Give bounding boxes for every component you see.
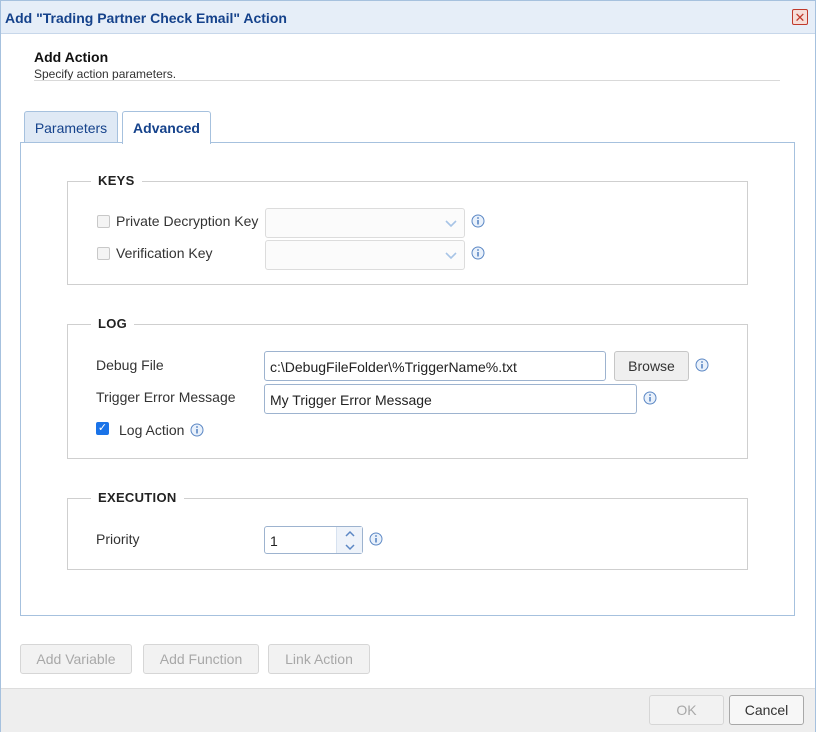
info-icon[interactable]: [369, 532, 383, 546]
ok-button-label: OK: [676, 702, 697, 718]
info-icon[interactable]: [471, 246, 485, 260]
cancel-button[interactable]: Cancel: [729, 695, 804, 725]
title-bar[interactable]: Add "Trading Partner Check Email" Action…: [1, 1, 815, 34]
close-icon: ✕: [794, 9, 806, 25]
trigger-error-message-label: Trigger Error Message: [96, 389, 236, 405]
chevron-down-icon: [444, 216, 458, 233]
chevron-up-icon[interactable]: [337, 527, 363, 540]
priority-stepper[interactable]: 1: [264, 526, 363, 554]
debug-file-input[interactable]: c:\DebugFileFolder\%TriggerName%.txt: [264, 351, 606, 381]
private-decryption-key-checkbox[interactable]: [97, 215, 110, 228]
trigger-error-message-input[interactable]: My Trigger Error Message: [264, 384, 637, 414]
header-subtitle: Specify action parameters.: [34, 67, 177, 81]
tab-label: Advanced: [133, 120, 200, 136]
browse-button-label: Browse: [628, 358, 675, 374]
add-variable-button[interactable]: Add Variable: [20, 644, 132, 674]
verification-key-label: Verification Key: [116, 245, 213, 261]
add-function-label: Add Function: [159, 651, 243, 667]
keys-legend: KEYS: [91, 173, 142, 188]
info-icon[interactable]: [643, 391, 657, 405]
private-decryption-key-select[interactable]: [265, 208, 465, 238]
chevron-down-icon[interactable]: [337, 540, 363, 553]
tab-label: Parameters: [34, 119, 108, 136]
dialog: Add "Trading Partner Check Email" Action…: [0, 0, 816, 732]
log-action-label: Log Action: [119, 422, 185, 438]
verification-key-checkbox[interactable]: [97, 247, 110, 260]
priority-value: 1: [270, 533, 278, 549]
chevron-down-icon: [444, 248, 458, 265]
log-legend: LOG: [91, 316, 135, 331]
window-title: Add "Trading Partner Check Email" Action: [5, 10, 287, 26]
ok-button[interactable]: OK: [649, 695, 724, 725]
cancel-button-label: Cancel: [744, 702, 789, 718]
add-function-button[interactable]: Add Function: [143, 644, 259, 674]
close-button[interactable]: ✕: [792, 9, 808, 25]
private-decryption-key-label: Private Decryption Key: [116, 213, 259, 229]
info-icon[interactable]: [695, 358, 709, 372]
execution-group: EXECUTION Priority 1: [67, 490, 748, 570]
tab-parameters[interactable]: Parameters: [24, 111, 118, 143]
log-group: LOG Debug File c:\DebugFileFolder\%Trigg…: [67, 316, 748, 459]
execution-legend: EXECUTION: [91, 490, 184, 505]
footer-bar: OK Cancel: [1, 688, 815, 732]
info-icon[interactable]: [471, 214, 485, 228]
header: Add Action Specify action parameters.: [34, 49, 176, 81]
link-action-button[interactable]: Link Action: [268, 644, 370, 674]
browse-button[interactable]: Browse: [614, 351, 689, 381]
keys-group: KEYS Private Decryption Key Verification…: [67, 173, 748, 285]
advanced-panel: KEYS Private Decryption Key Verification…: [20, 142, 795, 616]
priority-stepper-arrows: [336, 527, 362, 553]
link-action-label: Link Action: [285, 651, 353, 667]
add-variable-label: Add Variable: [36, 651, 116, 667]
info-icon[interactable]: [190, 423, 204, 437]
header-title: Add Action: [34, 49, 109, 65]
priority-label: Priority: [96, 531, 140, 547]
debug-file-label: Debug File: [96, 357, 164, 373]
checkmark-icon: ✓: [97, 422, 108, 434]
log-action-checkbox[interactable]: ✓: [96, 422, 109, 435]
header-divider: [34, 80, 780, 81]
tab-advanced[interactable]: Advanced: [122, 111, 211, 144]
verification-key-select[interactable]: [265, 240, 465, 270]
